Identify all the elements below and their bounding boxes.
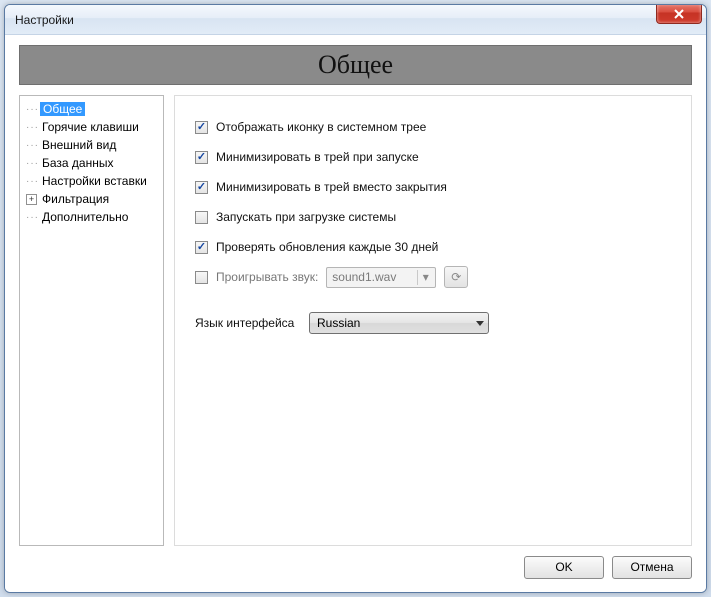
option-check-updates: Проверять обновления каждые 30 дней — [195, 234, 671, 260]
checkbox-run-at-startup[interactable] — [195, 211, 208, 224]
tree-item-label: Внешний вид — [40, 138, 118, 152]
tree-item-hotkeys[interactable]: ··· Горячие клавиши — [22, 118, 161, 136]
cancel-button[interactable]: Отмена — [612, 556, 692, 579]
tree-expand-icon[interactable]: + — [26, 194, 37, 205]
button-label: Отмена — [630, 560, 673, 574]
tree-branch-icon: ··· — [26, 122, 40, 133]
ok-button[interactable]: OK — [524, 556, 604, 579]
checkbox-show-tray-icon[interactable] — [195, 121, 208, 134]
tree-item-advanced[interactable]: ··· Дополнительно — [22, 208, 161, 226]
play-icon: ⟳ — [451, 270, 461, 284]
tree-item-label: Горячие клавиши — [40, 120, 141, 134]
dialog-buttons: OK Отмена — [19, 546, 692, 580]
tree-branch-icon: ··· — [26, 158, 40, 169]
option-label: Отображать иконку в системном трее — [216, 120, 426, 134]
content-panel: Отображать иконку в системном трее Миним… — [174, 95, 692, 546]
close-button[interactable] — [656, 4, 702, 24]
option-label: Минимизировать в трей вместо закрытия — [216, 180, 447, 194]
language-value: Russian — [317, 316, 360, 330]
sound-file-value: sound1.wav — [332, 270, 396, 284]
tree-branch-icon: ··· — [26, 104, 40, 115]
tree-branch-icon: ··· — [26, 140, 40, 151]
section-title: Общее — [318, 50, 393, 80]
option-minimize-on-close: Минимизировать в трей вместо закрытия — [195, 174, 671, 200]
tree-branch-icon: ··· — [26, 212, 40, 223]
language-label: Язык интерфейса — [195, 316, 295, 330]
tree-item-label: Настройки вставки — [40, 174, 149, 188]
option-label: Проигрывать звук: — [216, 270, 318, 284]
option-minimize-on-start: Минимизировать в трей при запуске — [195, 144, 671, 170]
close-icon — [674, 9, 684, 19]
body: ··· Общее ··· Горячие клавиши ··· Внешни… — [19, 95, 692, 546]
tree-item-database[interactable]: ··· База данных — [22, 154, 161, 172]
tree-branch-icon: ··· — [26, 176, 40, 187]
titlebar: Настройки — [5, 5, 706, 35]
chevron-down-icon: ▾ — [417, 270, 433, 285]
option-label: Запускать при загрузке системы — [216, 210, 396, 224]
button-label: OK — [555, 560, 572, 574]
language-combo[interactable]: Russian — [309, 312, 489, 334]
tree-item-label: Фильтрация — [40, 192, 111, 206]
checkbox-play-sound[interactable] — [195, 271, 208, 284]
checkbox-check-updates[interactable] — [195, 241, 208, 254]
sound-file-combo[interactable]: sound1.wav ▾ — [326, 267, 436, 288]
option-label: Проверять обновления каждые 30 дней — [216, 240, 438, 254]
tree-item-paste-settings[interactable]: ··· Настройки вставки — [22, 172, 161, 190]
checkbox-minimize-on-start[interactable] — [195, 151, 208, 164]
window-title: Настройки — [15, 13, 74, 27]
tree-item-appearance[interactable]: ··· Внешний вид — [22, 136, 161, 154]
section-header: Общее — [19, 45, 692, 85]
tree-item-label: База данных — [40, 156, 115, 170]
option-show-tray-icon: Отображать иконку в системном трее — [195, 114, 671, 140]
client-area: Общее ··· Общее ··· Горячие клавиши ··· … — [5, 35, 706, 592]
language-row: Язык интерфейса Russian — [195, 312, 671, 334]
tree-item-label: Дополнительно — [40, 210, 130, 224]
tree-item-filtering[interactable]: + Фильтрация — [22, 190, 161, 208]
option-play-sound: Проигрывать звук: sound1.wav ▾ ⟳ — [195, 264, 671, 290]
tree-item-label: Общее — [40, 102, 85, 116]
nav-tree: ··· Общее ··· Горячие клавиши ··· Внешни… — [19, 95, 164, 546]
checkbox-minimize-on-close[interactable] — [195, 181, 208, 194]
settings-window: Настройки Общее ··· Общее ··· Горячие кл… — [4, 4, 707, 593]
option-label: Минимизировать в трей при запуске — [216, 150, 419, 164]
tree-item-general[interactable]: ··· Общее — [22, 100, 161, 118]
option-run-at-startup: Запускать при загрузке системы — [195, 204, 671, 230]
play-sound-button[interactable]: ⟳ — [444, 266, 468, 288]
chevron-down-icon — [476, 321, 484, 326]
